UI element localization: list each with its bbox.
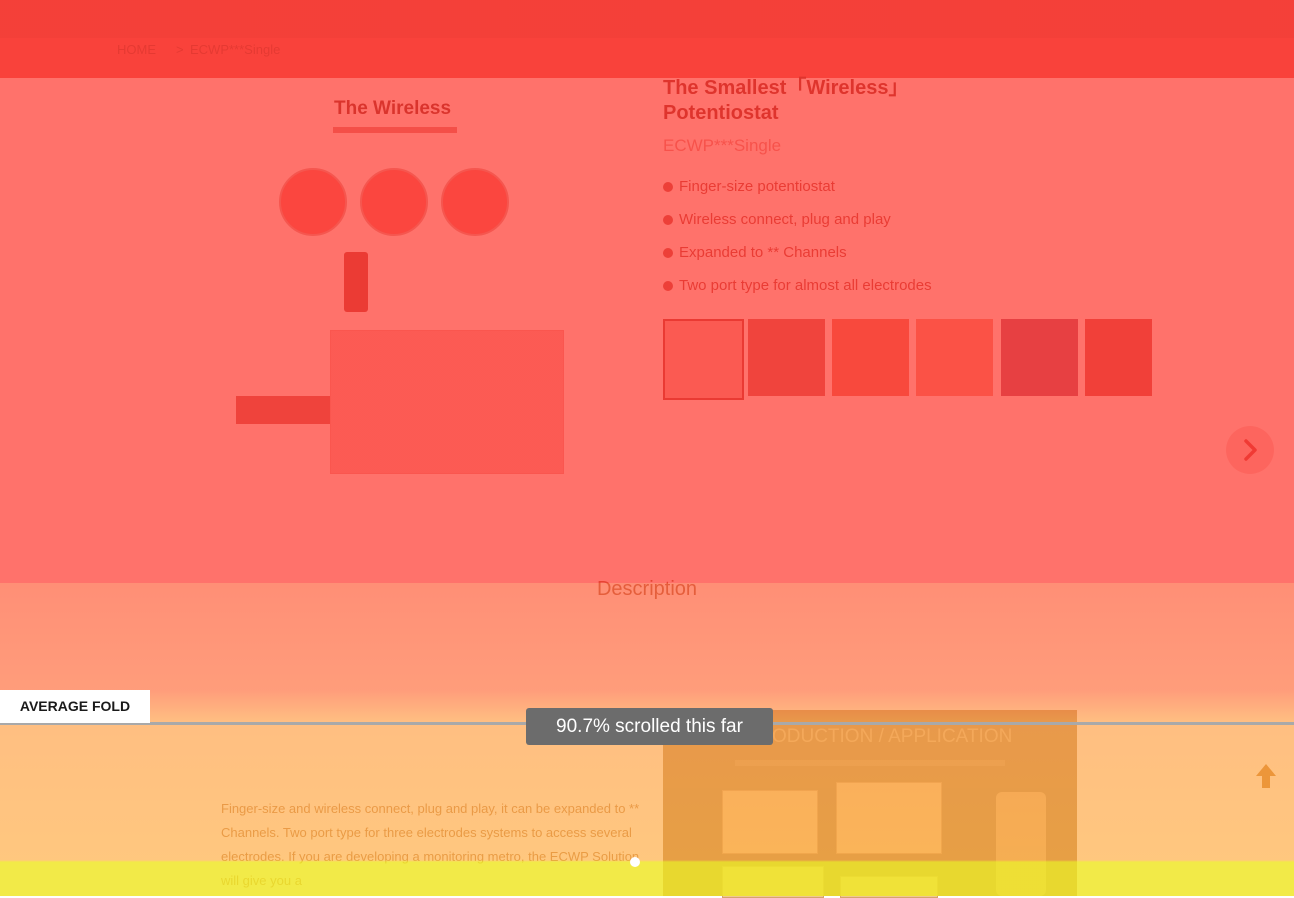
- product-thumbnail[interactable]: [1085, 319, 1152, 396]
- product-thumbnail[interactable]: [916, 319, 993, 396]
- hero-image-title: The Wireless: [334, 98, 452, 119]
- product-thumbnail[interactable]: [832, 319, 909, 396]
- tab-description[interactable]: Description: [0, 578, 1294, 601]
- bullet-icon: [663, 281, 673, 291]
- scroll-heatmap-overlay: [0, 0, 1294, 896]
- bullet-icon: [663, 248, 673, 258]
- feature-item: Expanded to ** Channels: [663, 244, 847, 261]
- breadcrumb-separator: >: [176, 42, 184, 57]
- chevron-right-icon: [1244, 439, 1257, 461]
- device-sensor-image: [344, 252, 368, 312]
- carousel-next-button[interactable]: [1226, 426, 1274, 474]
- scroll-marker-handle[interactable]: [630, 857, 640, 867]
- application-image: [722, 866, 824, 898]
- scroll-depth-tooltip: 90.7% scrolled this far: [526, 708, 773, 745]
- application-image: [840, 876, 938, 898]
- feature-item: Finger-size potentiostat: [663, 178, 835, 195]
- description-body-text: Finger-size and wireless connect, plug a…: [221, 801, 640, 888]
- feature-badge-icon: [279, 168, 347, 236]
- feature-badge-icon: [360, 168, 428, 236]
- bullet-icon: [663, 215, 673, 225]
- product-model: ECWP***Single: [663, 136, 782, 155]
- product-title: The Smallest「Wireless」Potentiostat: [663, 77, 909, 124]
- device-package-image: [330, 330, 564, 474]
- arrow-up-icon: [1256, 764, 1276, 788]
- bullet-icon: [663, 182, 673, 192]
- introduction-subtitle: [735, 760, 1005, 766]
- device-vial-image: [996, 792, 1046, 896]
- device-base-image: [236, 396, 334, 424]
- product-thumbnail[interactable]: [663, 319, 744, 400]
- application-image: [836, 782, 942, 854]
- breadcrumb-home-link[interactable]: HOME: [117, 42, 156, 57]
- feature-item: Wireless connect, plug and play: [663, 211, 891, 228]
- feature-item: Two port type for almost all electrodes: [663, 277, 932, 294]
- average-fold-label: AVERAGE FOLD: [0, 690, 150, 723]
- application-image: [722, 790, 818, 854]
- product-thumbnail[interactable]: [1001, 319, 1078, 396]
- back-to-top-button[interactable]: [1246, 756, 1286, 800]
- product-thumbnail[interactable]: [748, 319, 825, 396]
- hero-image-subtitle: [333, 127, 457, 133]
- breadcrumb-current: ECWP***Single: [190, 42, 281, 57]
- feature-badge-icon: [441, 168, 509, 236]
- top-bar: [0, 0, 1294, 38]
